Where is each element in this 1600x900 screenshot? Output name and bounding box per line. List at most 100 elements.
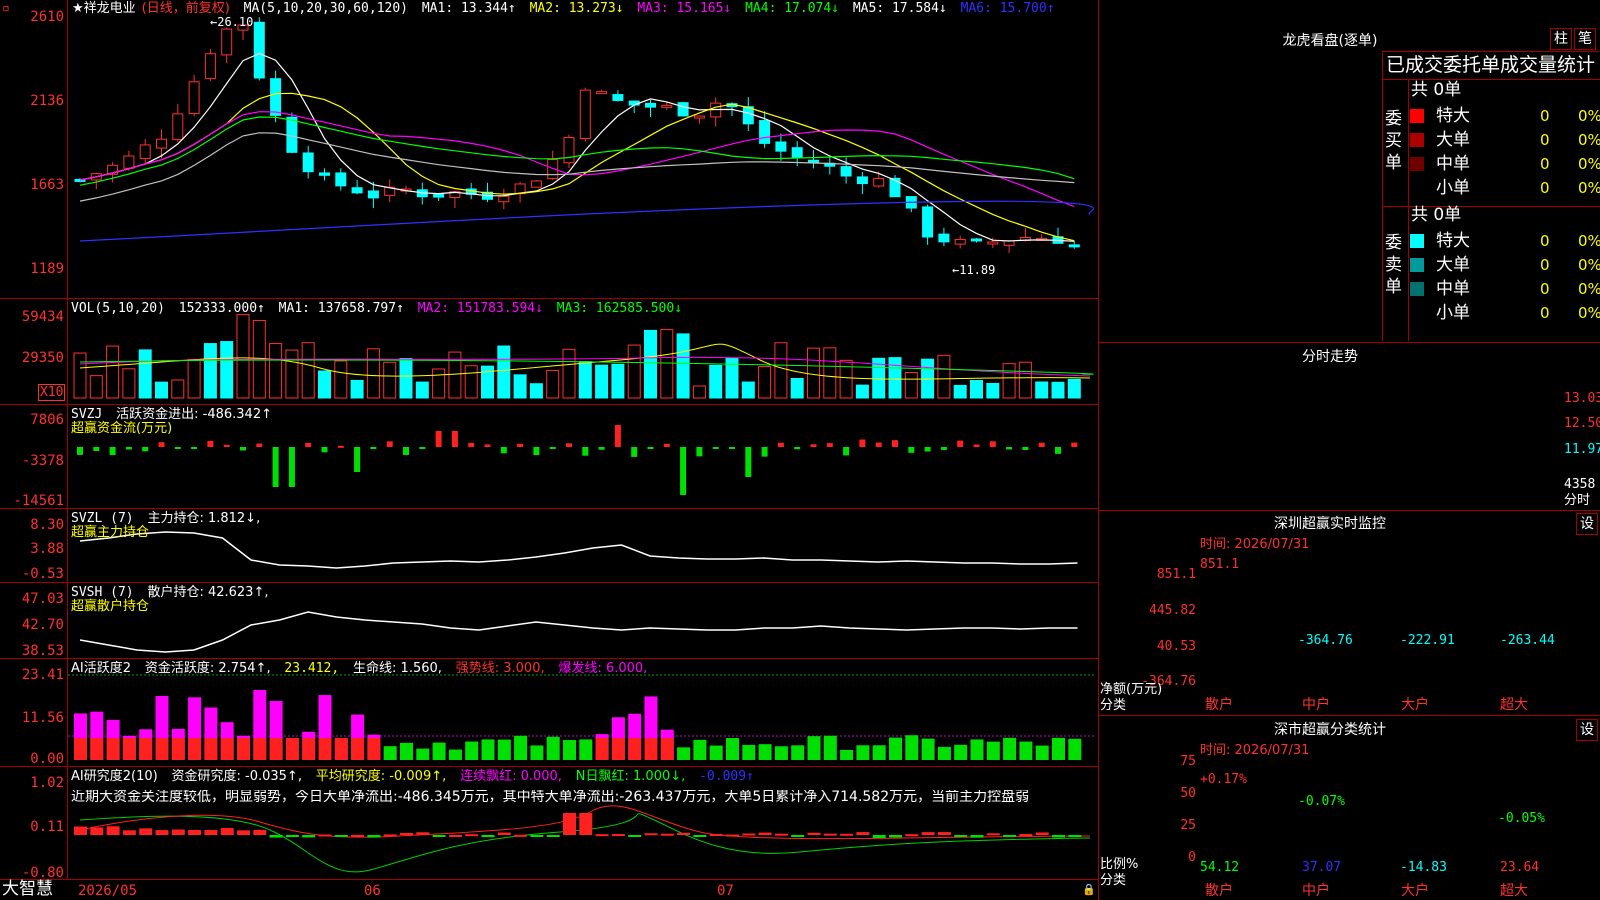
- ai1-burst: 爆发线: 6.000,: [558, 661, 648, 676]
- ai1-name: 资金活跃度: 2.754↑,: [144, 661, 271, 676]
- svzj-tick: 7806: [30, 412, 64, 428]
- chart-canvas[interactable]: [0, 0, 1098, 900]
- lock-icon[interactable]: 🔒: [1082, 884, 1096, 895]
- research-bar: [400, 832, 413, 835]
- date-tick: 06: [364, 883, 381, 899]
- volume-bar: [269, 343, 283, 399]
- activity-bar: [448, 749, 462, 760]
- monitor-time: 时间: 2026/07/31: [1200, 537, 1310, 552]
- intraday-vol-label: 分时: [1564, 493, 1591, 508]
- buy-swatch: [1410, 133, 1424, 147]
- activity-bar-base: [90, 738, 104, 760]
- vol-header: VOL(5,10,20) 152333.000↑ MA1: 137658.797…: [71, 302, 688, 315]
- research-bar: [595, 834, 609, 837]
- candle: [204, 53, 216, 79]
- research-bar: [1068, 835, 1082, 837]
- flow-bar: [321, 447, 328, 453]
- activity-bar: [709, 745, 723, 760]
- activity-bar: [416, 748, 430, 760]
- volume-bar: [578, 361, 592, 399]
- candle: [123, 155, 135, 169]
- stats-bar-bottom: 37.07: [1302, 860, 1342, 875]
- vol-unit: X10: [38, 384, 66, 401]
- svzj-tick: -3378: [21, 453, 64, 469]
- flow-bar: [370, 447, 377, 449]
- monitor-settings-button[interactable]: 设: [1576, 513, 1598, 535]
- volume-bar: [790, 377, 804, 399]
- bar-view-button[interactable]: 柱: [1550, 28, 1572, 50]
- monitor-title: 深圳超赢实时监控: [1274, 516, 1386, 532]
- stats-bar-bottom: -14.83: [1400, 860, 1447, 875]
- longhu-header: 已成交委托单成交量统计: [1386, 54, 1596, 76]
- candle: [319, 172, 330, 176]
- ma6-value: MA6: 15.700↑: [960, 1, 1055, 16]
- flow-bar: [77, 447, 83, 455]
- activity-bar-base: [595, 738, 609, 760]
- research-bar: [302, 835, 316, 838]
- flow-bar: [1071, 442, 1078, 447]
- flow-bar: [109, 447, 116, 456]
- stats-time: 时间: 2026/07/31: [1200, 743, 1310, 758]
- research-bar: [334, 835, 348, 837]
- stats-tick: 50: [1180, 786, 1196, 801]
- sell-swatch: [1410, 282, 1424, 296]
- volume-bar: [1035, 381, 1049, 399]
- stock-name[interactable]: ★祥龙电业: [72, 1, 136, 16]
- research-bar: [774, 833, 788, 836]
- flow-bar: [924, 447, 931, 452]
- svzl-tick: 3.88: [30, 541, 64, 557]
- ai2-tick: 0.11: [30, 819, 64, 835]
- volume-bar: [546, 369, 560, 399]
- volume-bar: [676, 333, 690, 399]
- activity-bar-base: [106, 738, 120, 760]
- flow-bar: [386, 441, 393, 447]
- research-bar: [823, 833, 837, 836]
- flow-bar: [288, 447, 295, 487]
- monitor-x-label: 分类: [1100, 698, 1127, 713]
- monitor-tick: 851.1: [1156, 567, 1196, 582]
- activity-bar: [954, 744, 968, 760]
- volume-bar: [1051, 381, 1065, 399]
- research-bar: [367, 835, 381, 838]
- research-bar: [791, 835, 805, 837]
- stats-settings-button[interactable]: 设: [1576, 719, 1598, 741]
- volume-bar: [285, 349, 299, 399]
- flow-bar: [403, 447, 409, 455]
- flow-bar: [745, 447, 752, 477]
- activity-bar: [383, 746, 397, 760]
- candle: [530, 180, 542, 188]
- flow-bar: [451, 431, 458, 447]
- ma1-value: MA1: 13.344↑: [421, 1, 516, 16]
- volume-bar: [823, 347, 837, 399]
- vol-tick: 59434: [21, 309, 64, 325]
- ai2-comment: 近期大资金关注度较低，明显弱势，今日大单净流出:-486.345万元，其中特大单…: [71, 790, 1030, 804]
- svsh-header: SVSH (7) 散户持仓: 42.623↑,: [71, 586, 274, 599]
- brand-label[interactable]: 大智慧: [2, 881, 53, 898]
- flow-bar: [712, 447, 719, 449]
- volume-bar: [318, 370, 331, 399]
- ai1-tick: 11.56: [21, 710, 64, 726]
- tick-view-button[interactable]: 笔: [1574, 28, 1596, 50]
- volume-bar: [562, 348, 576, 399]
- ai1-tick: 23.41: [21, 667, 64, 683]
- sell-swatch: [1410, 258, 1424, 272]
- buy-row: 小单 0 0%: [1410, 176, 1600, 200]
- monitor-category: 中户: [1302, 697, 1330, 713]
- volume-bar: [73, 352, 87, 399]
- research-bar: [921, 832, 935, 835]
- candle: [579, 89, 591, 140]
- sell-name: 小单: [1436, 303, 1470, 323]
- buy-side-label: 委买单: [1385, 109, 1402, 173]
- candle: [742, 106, 754, 125]
- period-note: (日线，前复权): [141, 1, 230, 16]
- candle: [677, 102, 689, 117]
- activity-bar-base: [139, 738, 153, 760]
- buy-swatch: [1410, 181, 1424, 195]
- activity-bar-base: [285, 738, 299, 760]
- stats-title: 深市超赢分类统计: [1274, 722, 1386, 738]
- ai1-strong: 强势线: 3.000,: [455, 661, 545, 676]
- activity-bar: [823, 735, 837, 760]
- stats-bar-top: +0.17%: [1200, 772, 1247, 787]
- volume-bar: [432, 368, 446, 399]
- volume-bar: [627, 344, 641, 399]
